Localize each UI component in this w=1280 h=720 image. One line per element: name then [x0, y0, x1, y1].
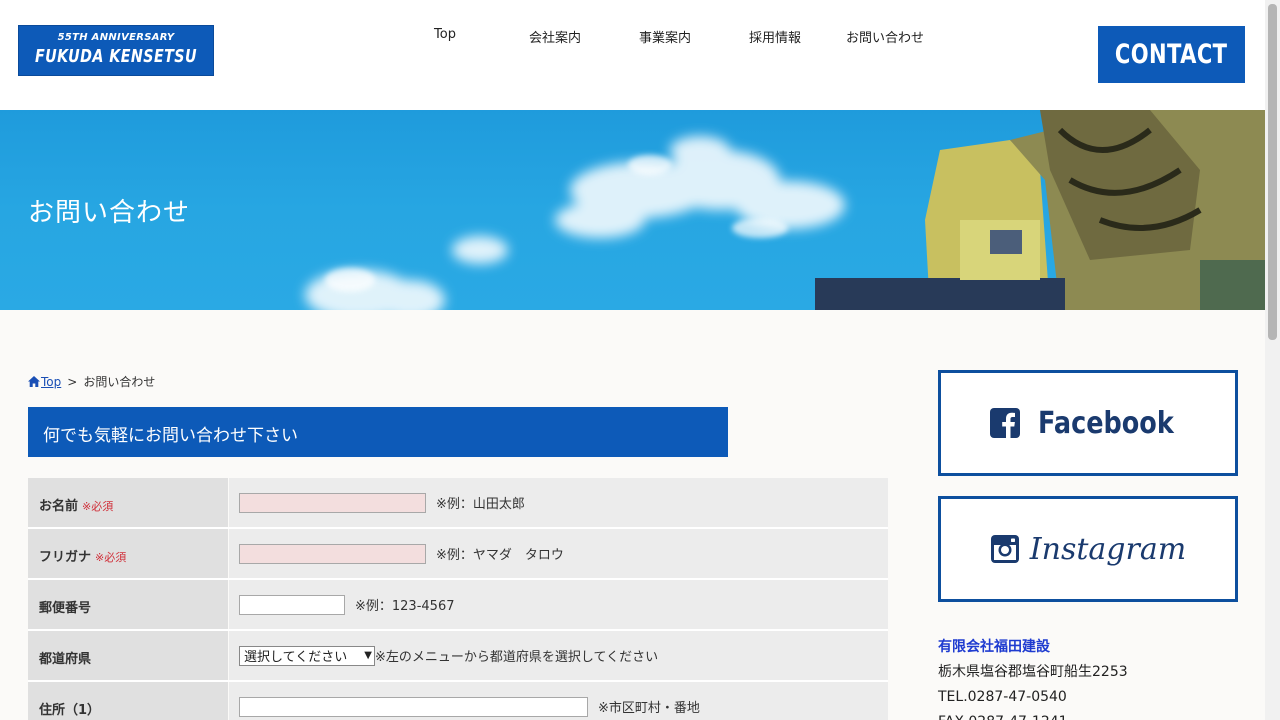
prefecture-select-value: 選択してください [244, 650, 348, 665]
nav-item-contact[interactable]: お問い合わせ [830, 27, 940, 46]
postal-code-hint: ※例：123-4567 [355, 599, 455, 614]
site-header: 55TH ANNIVERSARY FUKUDA KENSETSU Top 会社案… [0, 0, 1265, 110]
form-label-text: お名前 [39, 499, 79, 514]
prefecture-hint: ※左のメニューから都道府県を選択してください [375, 650, 659, 665]
facebook-banner[interactable]: Facebook [938, 370, 1238, 476]
company-fax: FAX.0287-47-1241 [938, 710, 1128, 720]
facebook-label: Facebook [1038, 405, 1174, 441]
nav-item-company[interactable]: 会社案内 [500, 27, 610, 46]
contact-button[interactable]: CONTACT [1098, 26, 1245, 83]
form-label-text: 住所（1） [39, 703, 101, 718]
hero-banner: お問い合わせ [0, 110, 1265, 310]
address1-hint: ※市区町村・番地 [598, 701, 700, 716]
instagram-label: Instagram [1029, 531, 1187, 567]
home-icon [28, 376, 40, 387]
breadcrumb-home-link[interactable]: Top [41, 375, 61, 389]
furigana-input[interactable] [239, 543, 426, 564]
logo-anniversary-text: 55TH ANNIVERSARY [57, 32, 175, 43]
form-label: 住所（1） [28, 682, 228, 720]
hero-title: お問い合わせ [28, 198, 191, 228]
form-label-text: 郵便番号 [39, 601, 92, 616]
nav-item-top[interactable]: Top [390, 27, 500, 42]
required-mark: ※必須 [95, 551, 127, 564]
required-mark: ※必須 [82, 500, 114, 513]
form-label: フリガナ ※必須 [28, 529, 228, 578]
form-field: ※市区町村・番地 [229, 682, 888, 720]
form-row-address1: 住所（1） ※市区町村・番地 [28, 682, 888, 720]
form-field: ※例：山田太郎 [229, 478, 888, 527]
prefecture-select[interactable]: 選択してください ▼ [239, 645, 375, 666]
breadcrumb: Top > お問い合わせ [28, 373, 155, 390]
site-logo[interactable]: 55TH ANNIVERSARY FUKUDA KENSETSU [18, 25, 214, 76]
company-tel: TEL.0287-47-0540 [938, 689, 1067, 705]
instagram-banner[interactable]: Instagram [938, 496, 1238, 602]
form-field: ※例：123-4567 [229, 580, 888, 629]
furigana-hint: ※例：ヤマダ タロウ [436, 548, 564, 563]
company-info: 有限会社福田建設 栃木県塩谷郡塩谷町船生2253 TEL.0287-47-054… [938, 635, 1128, 720]
form-row-postal: 郵便番号 ※例：123-4567 [28, 580, 888, 631]
form-row-furigana: フリガナ ※必須 ※例：ヤマダ タロウ [28, 529, 888, 580]
chevron-down-icon: ▼ [364, 649, 372, 661]
page-scrollbar[interactable] [1265, 0, 1280, 720]
form-label: 郵便番号 [28, 580, 228, 629]
breadcrumb-current: お問い合わせ [83, 375, 156, 389]
form-label: 都道府県 [28, 631, 228, 680]
form-field: 選択してください ▼ ※左のメニューから都道府県を選択してください [229, 631, 888, 680]
logo-company-text: FUKUDA KENSETSU [34, 46, 198, 67]
breadcrumb-separator: > [67, 374, 78, 389]
form-row-prefecture: 都道府県 選択してください ▼ ※左のメニューから都道府県を選択してください [28, 631, 888, 682]
form-row-name: お名前 ※必須 ※例：山田太郎 [28, 478, 888, 529]
form-label-text: フリガナ [39, 550, 92, 565]
form-label: お名前 ※必須 [28, 478, 228, 527]
form-field: ※例：ヤマダ タロウ [229, 529, 888, 578]
nav-item-recruit[interactable]: 採用情報 [720, 27, 830, 46]
nav-item-business[interactable]: 事業案内 [610, 27, 720, 46]
name-input[interactable] [239, 492, 426, 513]
form-label-text: 都道府県 [39, 652, 92, 667]
facebook-icon [990, 408, 1021, 438]
address1-input[interactable] [239, 696, 588, 717]
company-address: 栃木県塩谷郡塩谷町船生2253 [938, 664, 1128, 680]
main-nav: Top 会社案内 事業案内 採用情報 お問い合わせ [390, 27, 940, 47]
section-title: 何でも気軽にお問い合わせ下さい [28, 407, 728, 457]
contact-form: お名前 ※必須 ※例：山田太郎 フリガナ ※必須 ※例：ヤマダ タロウ 郵便番号 ※… [28, 478, 888, 720]
company-name: 有限会社福田建設 [938, 639, 1050, 655]
name-hint: ※例：山田太郎 [436, 497, 525, 512]
contact-button-label: CONTACT [1115, 39, 1228, 70]
instagram-icon [990, 535, 1019, 563]
postal-code-input[interactable] [239, 594, 345, 615]
scrollbar-thumb[interactable] [1268, 4, 1277, 340]
